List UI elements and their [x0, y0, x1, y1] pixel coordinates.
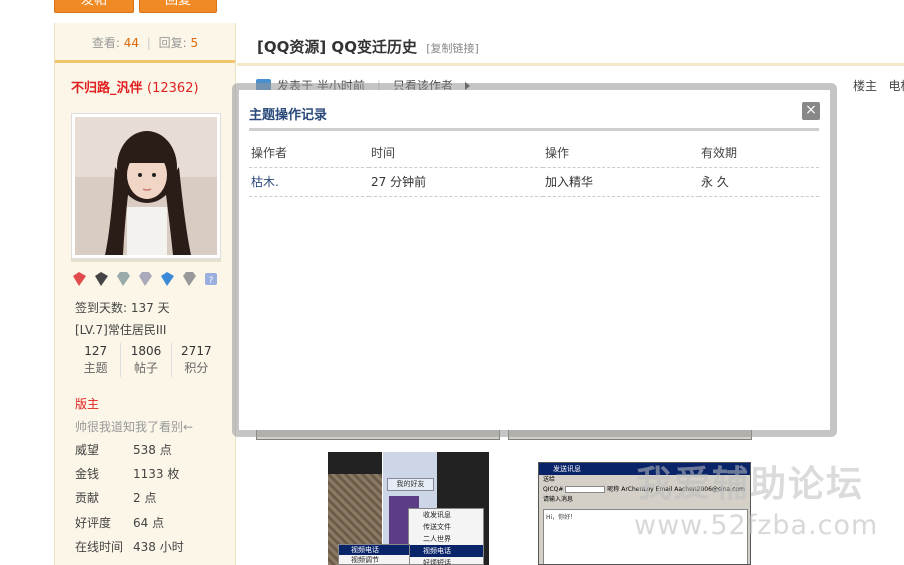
views-label: 查看:: [91, 36, 120, 50]
stat-label: 主题: [83, 361, 108, 375]
avatar-image: [75, 117, 217, 255]
friend-group-label: 我的好友: [387, 478, 434, 491]
diamond-icon[interactable]: [137, 272, 154, 286]
reply-button[interactable]: 回复: [139, 0, 217, 13]
user-level[interactable]: [LV.7]常住居民III: [75, 321, 166, 338]
diamond-icon[interactable]: [181, 272, 198, 286]
floor-number: 楼主: [853, 79, 878, 93]
author-name[interactable]: 不归路_汎伴 (12362): [71, 77, 199, 96]
qq-submenu: 视频电话 视频调节: [338, 544, 410, 565]
author-sidebar: 查看: 44 | 回复: 5 不归路_汎伴 (12362) ? 签到天数: 13…: [54, 23, 236, 565]
dialog-title: 主题操作记录: [249, 108, 328, 123]
menu-item: 收发讯息: [423, 511, 451, 519]
user-role[interactable]: 版主: [75, 395, 99, 412]
close-icon[interactable]: ×: [802, 102, 820, 120]
col-validity: 有效期: [699, 138, 819, 168]
stat-label: 积分: [184, 361, 209, 375]
views-count: 44: [123, 36, 139, 50]
menu-item: 二人世界: [423, 535, 451, 543]
log-time: 27 分钟前: [369, 167, 543, 197]
thread-title: [QQ资源] QQ变迁历史 [复制链接]: [257, 36, 479, 57]
stat-value: 2717: [181, 344, 212, 358]
stat-value: 127: [84, 344, 108, 358]
floor-label: 楼主 电梯: [853, 77, 904, 94]
col-action: 操作: [543, 138, 699, 168]
elevator-link[interactable]: 电梯: [888, 79, 904, 93]
checkin-days: 签到天数: 137 天: [75, 301, 170, 315]
author-count: (12362): [147, 81, 199, 96]
table-header-row: 操作者 时间 操作 有效期: [249, 138, 819, 168]
watermark-text: 我爱辅助论坛: [636, 464, 865, 505]
menu-item: 视频调节: [351, 556, 379, 564]
stat-value: 1806: [130, 344, 162, 358]
post-button[interactable]: 发帖: [54, 0, 134, 13]
prop-rating: 好评度 64 点: [75, 516, 165, 530]
prop-contribution: 贡献 2 点: [75, 491, 157, 505]
qq-context-menu: 收发讯息 传送文件 二人世界 视频电话 好烦短话: [408, 508, 484, 565]
post-image-qq-panel[interactable]: 我的好友 收发讯息 传送文件 二人世界 视频电话 好烦短话 视频电话 视频调节: [328, 452, 489, 565]
divider: [249, 128, 819, 131]
thread-header: [QQ资源] QQ变迁历史 [复制链接]: [237, 23, 904, 66]
avatar[interactable]: [71, 113, 221, 259]
watermark-url: www.52fzba.com: [634, 510, 879, 541]
menu-item: 视频电话: [339, 545, 409, 555]
stat-label: 帖子: [133, 361, 158, 375]
thread-log-dialog: 主题操作记录 × 操作者 时间 操作 有效期 枯木. 27 分钟前 加入精华 永…: [232, 83, 837, 437]
menu-item: 好烦短话: [423, 559, 451, 565]
menu-item: 视频电话: [409, 545, 483, 557]
prop-money: 金钱 1133 枚: [75, 467, 180, 481]
dialog-body: 主题操作记录 × 操作者 时间 操作 有效期 枯木. 27 分钟前 加入精华 永…: [239, 90, 830, 430]
help-icon[interactable]: ?: [203, 272, 220, 286]
col-time: 时间: [369, 138, 543, 168]
replies-label: 回复:: [158, 36, 187, 50]
log-action: 加入精华: [543, 167, 699, 197]
thread-title-text: [QQ资源] QQ变迁历史: [257, 38, 417, 56]
menu-item: 传送文件: [423, 523, 451, 531]
user-signature: 帅很我道知我了看别←: [75, 420, 194, 434]
user-stats: 127 主题 1806 帖子 2717 积分: [71, 343, 221, 377]
copy-link[interactable]: [复制链接]: [426, 42, 479, 55]
diamond-icon[interactable]: [115, 272, 132, 286]
replies-count: 5: [190, 36, 199, 50]
svg-text:?: ?: [209, 276, 214, 286]
stat-posts[interactable]: 1806 帖子: [121, 343, 172, 377]
col-operator: 操作者: [249, 138, 369, 168]
medal-icon[interactable]: [71, 272, 88, 286]
stat-points[interactable]: 2717 积分: [172, 343, 221, 377]
thread-stats: 查看: 44 | 回复: 5: [55, 23, 235, 63]
operator-link[interactable]: 枯木.: [249, 167, 369, 197]
table-row: 枯木. 27 分钟前 加入精华 永 久: [249, 167, 819, 197]
medal-list: ?: [71, 272, 220, 286]
log-validity: 永 久: [699, 167, 819, 197]
author-name-text[interactable]: 不归路_汎伴: [71, 81, 143, 96]
medal-icon[interactable]: [93, 272, 110, 286]
prop-online-time: 在线时间 438 小时: [75, 540, 184, 554]
medal-icon[interactable]: [159, 272, 176, 286]
prop-prestige: 威望 538 点: [75, 443, 172, 457]
stat-topics[interactable]: 127 主题: [71, 343, 122, 377]
log-table: 操作者 时间 操作 有效期 枯木. 27 分钟前 加入精华 永 久: [249, 138, 819, 197]
